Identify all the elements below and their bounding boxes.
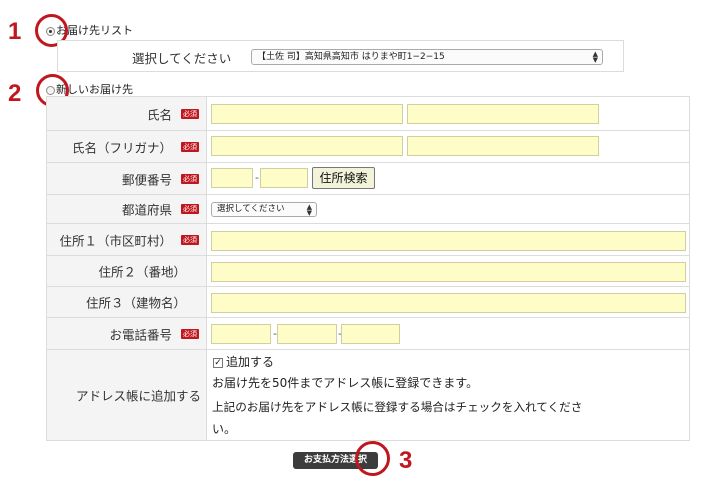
select-arrows-icon: ▲ ▼ (306, 203, 312, 217)
delivery-list-select-label: 選択してください (132, 51, 232, 66)
step-3-number: 3 (399, 447, 413, 474)
postal-separator: - (255, 171, 259, 184)
address2-input[interactable] (211, 262, 686, 282)
address2-label: 住所２（番地） (98, 264, 186, 280)
address3-label: 住所３（建物名） (85, 295, 186, 311)
step-1-number: 1 (8, 18, 22, 45)
name-label: 氏名 (146, 107, 172, 122)
row-add-to-book: アドレス帳に追加する (47, 350, 689, 440)
select-arrows-icon: ▲ ▼ (592, 50, 598, 64)
required-badge: 必須 (181, 204, 199, 214)
required-badge: 必須 (181, 108, 199, 119)
first-name-kana-input[interactable] (407, 136, 599, 156)
phone-label: お電話番号 (109, 327, 172, 342)
required-badge: 必須 (181, 234, 199, 245)
add-to-book-note-line3: い。 (212, 422, 237, 436)
required-badge: 必須 (181, 328, 199, 339)
address1-label: 住所１（市区町村） (59, 233, 172, 248)
postal-code-first-input[interactable] (211, 168, 253, 188)
postal-code-second-input[interactable] (260, 168, 308, 188)
prefecture-select[interactable]: 選択してください ▲ ▼ (211, 202, 317, 217)
postal-code-label: 郵便番号 (121, 172, 172, 187)
phone-first-input[interactable] (211, 324, 271, 344)
add-to-book-checkbox-label: 追加する (226, 355, 275, 369)
phone-second-input[interactable] (277, 324, 337, 344)
prefecture-select-value: 選択してください (217, 204, 285, 214)
address3-input[interactable] (211, 293, 686, 313)
last-name-input[interactable] (211, 104, 403, 124)
phone-third-input[interactable] (341, 324, 400, 344)
required-badge: 必須 (181, 173, 199, 184)
add-to-book-note-line2: 上記のお届け先をアドレス帳に登録する場合はチェックを入れてくださ (212, 400, 583, 414)
row-prefecture: 都道府県 必須 (47, 195, 689, 224)
address-search-button[interactable]: 住所検索 (312, 167, 375, 189)
first-name-input[interactable] (407, 104, 599, 124)
name-kana-label: 氏名（フリガナ） (71, 140, 172, 155)
step-3-highlight-circle (355, 441, 390, 476)
address1-input[interactable] (211, 231, 686, 251)
add-to-book-label: アドレス帳に追加する (75, 388, 201, 404)
required-badge: 必須 (181, 141, 199, 152)
last-name-kana-input[interactable] (211, 136, 403, 156)
prefecture-label: 都道府県 (121, 202, 172, 218)
add-to-book-checkbox[interactable]: ✓ (213, 358, 223, 368)
add-to-book-note-line1: お届け先を50件までアドレス帳に登録できます。 (212, 376, 479, 390)
step-2-number: 2 (8, 80, 22, 107)
delivery-list-select-value: 【土佐 司】高知県高知市 はりまや町1−2−15 (257, 52, 445, 62)
delivery-list-panel: 選択してください 【土佐 司】高知県高知市 はりまや町1−2−15 ▲ ▼ (57, 40, 624, 72)
delivery-list-select[interactable]: 【土佐 司】高知県高知市 はりまや町1−2−15 ▲ ▼ (251, 49, 603, 65)
